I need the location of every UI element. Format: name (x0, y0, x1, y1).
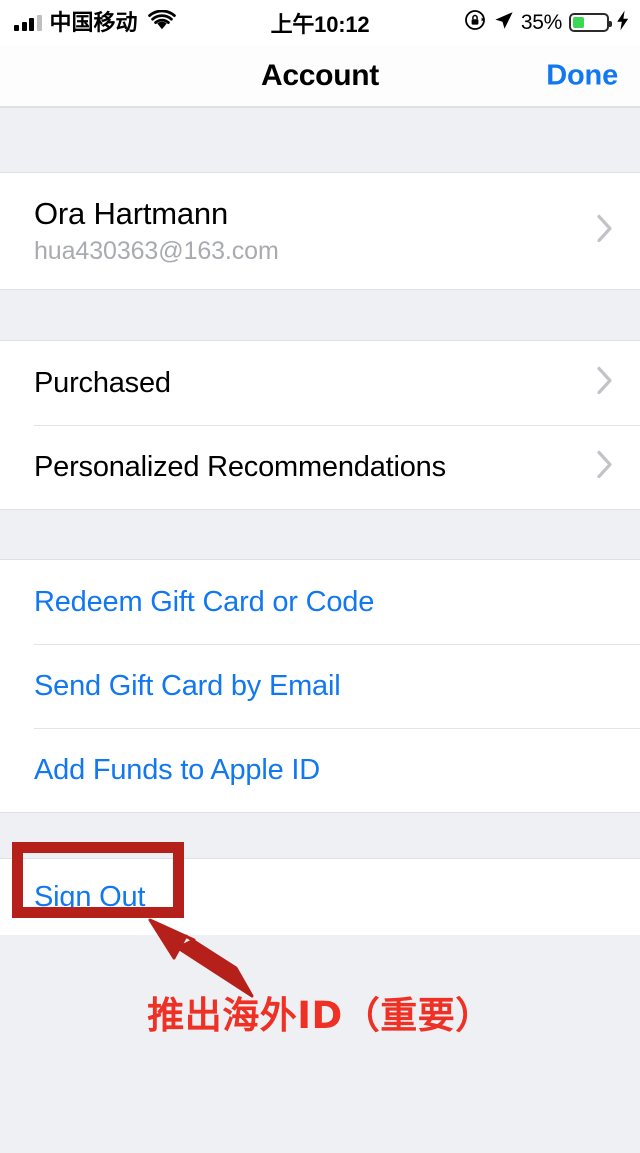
redeem-gift-card-row[interactable]: Redeem Gift Card or Code (0, 560, 640, 644)
battery-percent-label: 35% (520, 10, 562, 34)
purchased-row[interactable]: Purchased (0, 341, 640, 425)
add-funds-label: Add Funds to Apple ID (34, 753, 320, 786)
location-arrow-icon (493, 10, 514, 36)
account-row[interactable]: Ora Hartmann hua430363@163.com (0, 173, 640, 289)
battery-icon (569, 13, 612, 32)
account-email: hua430363@163.com (34, 237, 279, 266)
sign-out-label: Sign Out (34, 880, 146, 913)
rotation-lock-icon (464, 9, 486, 36)
chevron-right-icon (596, 366, 614, 401)
status-bar-left: 中国移动 (14, 0, 176, 45)
section-gap-2 (0, 509, 640, 560)
lightning-bolt-icon (616, 10, 630, 36)
library-section: Purchased Personalized Recommendations (0, 341, 640, 509)
section-gap-1 (0, 289, 640, 341)
status-bar-right: 35% (464, 0, 630, 45)
bottom-area (0, 935, 640, 1153)
iphone-screen: 中国移动 上午10:12 35% Account Done Ora Hartma… (0, 0, 640, 1153)
chevron-right-icon (596, 450, 614, 485)
send-gift-card-label: Send Gift Card by Email (34, 669, 341, 702)
account-section: Ora Hartmann hua430363@163.com (0, 173, 640, 289)
chevron-right-icon (596, 214, 614, 249)
status-bar: 中国移动 上午10:12 35% (0, 0, 640, 45)
personalized-recommendations-label: Personalized Recommendations (34, 450, 446, 483)
carrier-label: 中国移动 (49, 9, 138, 35)
redeem-gift-card-label: Redeem Gift Card or Code (34, 585, 375, 618)
signout-section: Sign Out (0, 859, 640, 935)
navigation-bar: Account Done (0, 45, 640, 107)
sign-out-row[interactable]: Sign Out (0, 859, 640, 935)
section-gap-top (0, 107, 640, 173)
personalized-recommendations-row[interactable]: Personalized Recommendations (0, 425, 640, 509)
add-funds-row[interactable]: Add Funds to Apple ID (0, 728, 640, 812)
done-button[interactable]: Done (546, 59, 618, 92)
account-name: Ora Hartmann (34, 195, 228, 231)
page-title: Account (261, 58, 379, 92)
purchased-label: Purchased (34, 366, 171, 399)
clock-label: 上午10:12 (270, 11, 370, 37)
gift-section: Redeem Gift Card or Code Send Gift Card … (0, 560, 640, 812)
send-gift-card-row[interactable]: Send Gift Card by Email (0, 644, 640, 728)
wifi-icon (147, 9, 176, 35)
signal-bars-icon (14, 14, 42, 31)
section-gap-3 (0, 812, 640, 859)
